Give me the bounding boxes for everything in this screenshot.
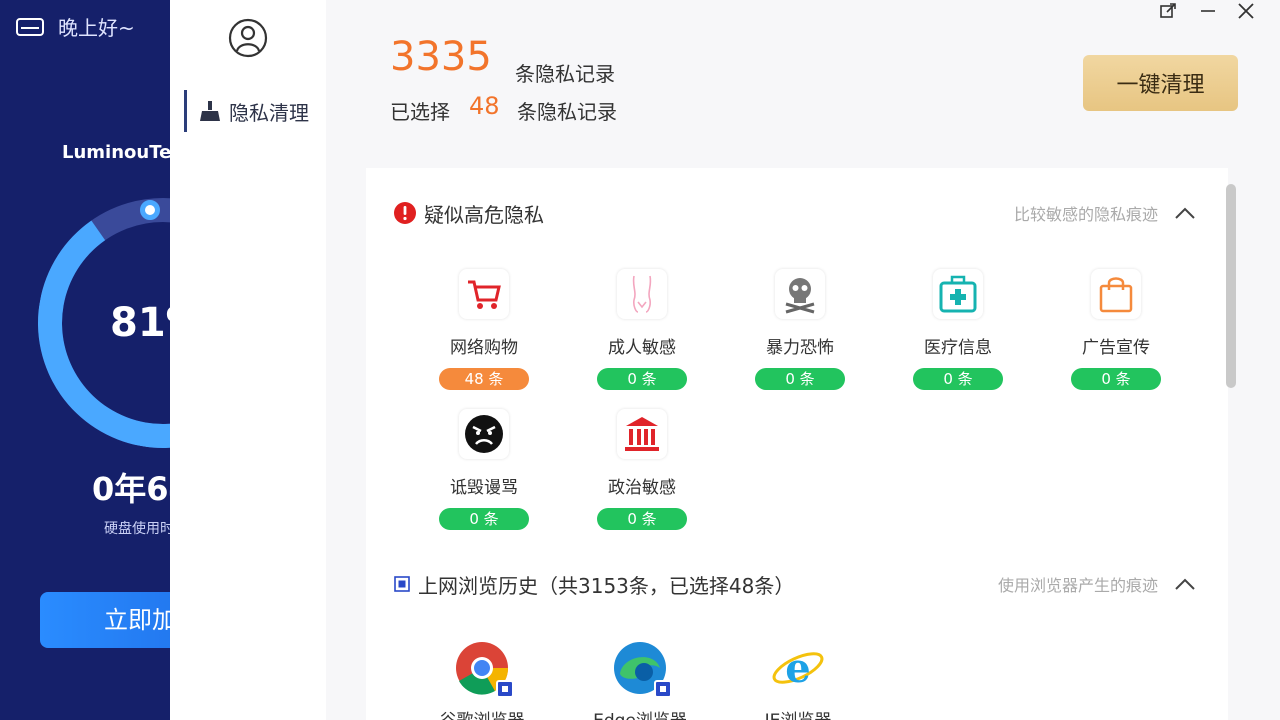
category-label: 网络购物 [450, 338, 518, 358]
one-click-clean-button[interactable]: 一键清理 [1083, 55, 1238, 111]
category-label: 广告宣传 [1082, 338, 1150, 358]
category-label: 成人敏感 [608, 338, 676, 358]
popout-button[interactable] [1152, 0, 1184, 22]
category-medical[interactable]: 医疗信息 0 条 [903, 269, 1013, 390]
browser-chrome[interactable]: 谷歌浏览器 [422, 640, 542, 720]
brand-name: LuminouTek [62, 142, 184, 163]
browser-history-section-header: 上网浏览历史（共3153条，已选择48条） 使用浏览器产生的痕迹 [366, 569, 1228, 599]
skull-icon [785, 278, 815, 314]
checkbox-partial-icon[interactable] [394, 576, 410, 592]
close-icon [1238, 3, 1254, 19]
category-advertising[interactable]: 广告宣传 0 条 [1061, 269, 1171, 390]
total-count: 3335 [390, 34, 492, 80]
popout-icon [1160, 3, 1176, 18]
high-risk-hint: 比较敏感的隐私痕迹 [1013, 205, 1158, 224]
category-label: 暴力恐怖 [766, 338, 834, 358]
selected-suffix: 条隐私记录 [517, 100, 617, 124]
total-count-label: 条隐私记录 [515, 62, 615, 86]
browser-checkbox[interactable] [654, 680, 672, 698]
greeting-bar: 晚上好~ [16, 12, 135, 41]
high-risk-title: 疑似高危隐私 [424, 202, 544, 227]
category-count-badge: 0 条 [597, 368, 687, 390]
greeting-text: 晚上好~ [58, 16, 135, 40]
browser-label: Edge浏览器 [580, 706, 700, 720]
browser-label: 谷歌浏览器 [422, 706, 542, 720]
category-defamation[interactable]: 诋毁谩骂 0 条 [429, 409, 539, 530]
browser-edge[interactable]: Edge浏览器 [580, 640, 700, 720]
nav-item-label: 隐私清理 [229, 100, 309, 125]
shopping-cart-icon [468, 280, 501, 309]
category-online-shopping[interactable]: 网络购物 48 条 [429, 269, 539, 390]
minimize-icon [1201, 10, 1215, 12]
nav-item-privacy-clean[interactable]: 隐私清理 [184, 90, 326, 132]
disk-icon [16, 17, 44, 36]
medical-kit-icon [939, 275, 977, 313]
close-button[interactable] [1230, 0, 1262, 22]
browser-label: IE浏览器 [738, 706, 858, 720]
category-count-badge: 0 条 [755, 368, 845, 390]
browser-history-title: 上网浏览历史（共3153条，已选择48条） [418, 573, 795, 598]
side-nav: 隐私清理 [170, 0, 326, 720]
selected-prefix: 已选择 [390, 100, 450, 124]
results-panel[interactable]: 疑似高危隐私 比较敏感的隐私痕迹 网络购物 48 条 成人敏感 0 条 暴力恐怖… [366, 168, 1228, 720]
panel-scrollbar[interactable] [1226, 184, 1236, 388]
user-icon[interactable] [228, 18, 268, 58]
category-count-badge: 0 条 [597, 508, 687, 530]
government-building-icon [625, 417, 659, 451]
browser-ie[interactable]: e IE浏览器 [738, 640, 858, 720]
shopping-bag-icon [1099, 277, 1133, 313]
selected-count: 48 [469, 92, 500, 120]
main-content: 3335 条隐私记录 已选择 48 条隐私记录 一键清理 疑似高危隐私 比较敏感… [326, 0, 1280, 720]
category-count-badge: 48 条 [439, 368, 529, 390]
category-count-badge: 0 条 [439, 508, 529, 530]
broom-icon [200, 101, 220, 121]
category-label: 诋毁谩骂 [450, 478, 518, 498]
disk-usage-text: 硬盘使用时 [104, 521, 174, 537]
ring-knob [140, 200, 160, 220]
category-adult[interactable]: 成人敏感 0 条 [587, 269, 697, 390]
category-political[interactable]: 政治敏感 0 条 [587, 409, 697, 530]
chevron-up-icon[interactable] [1172, 200, 1198, 226]
privacy-clean-window: 隐私清理 3335 条隐私记录 已选择 48 条隐私记录 一键清理 疑似高危隐私… [170, 0, 1280, 720]
category-label: 政治敏感 [608, 478, 676, 498]
browser-history-hint: 使用浏览器产生的痕迹 [997, 576, 1158, 595]
high-risk-section-header: 疑似高危隐私 比较敏感的隐私痕迹 [366, 198, 1228, 228]
svg-text:e: e [785, 645, 810, 692]
chevron-up-icon[interactable] [1172, 571, 1198, 597]
category-label: 医疗信息 [924, 338, 992, 358]
browser-checkbox[interactable] [496, 680, 514, 698]
category-violence[interactable]: 暴力恐怖 0 条 [745, 269, 855, 390]
category-count-badge: 0 条 [1071, 368, 1161, 390]
minimize-button[interactable] [1192, 0, 1224, 22]
warning-icon [394, 202, 416, 224]
ie-icon: e [772, 645, 824, 692]
angry-face-icon [465, 415, 503, 453]
body-outline-icon [632, 275, 652, 313]
category-count-badge: 0 条 [913, 368, 1003, 390]
